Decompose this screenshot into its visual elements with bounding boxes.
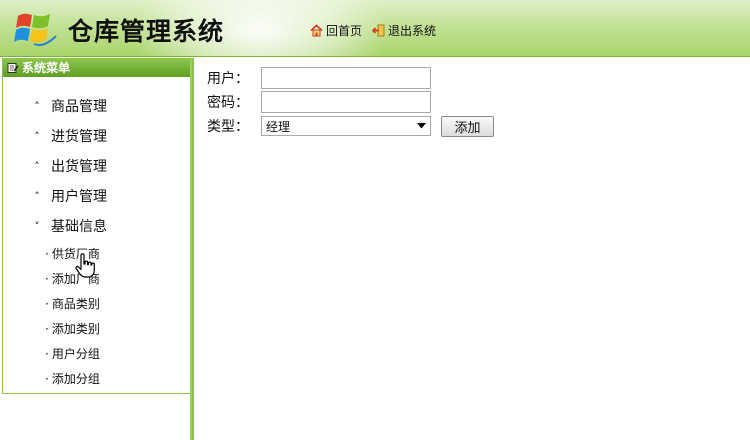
chevron-up-icon: ˄ — [34, 189, 40, 203]
bullet-icon: · — [45, 321, 49, 336]
home-link[interactable]: 回首页 — [310, 22, 362, 39]
dropdown-arrow-icon — [417, 123, 426, 129]
sidebar-subitem-user-groups[interactable]: · 用户分组 — [3, 341, 190, 366]
top-links: 回首页 退出系统 — [310, 22, 446, 39]
user-label: 用户： — [207, 71, 249, 87]
logout-link[interactable]: 退出系统 — [372, 22, 436, 39]
password-input[interactable] — [261, 91, 431, 113]
sidebar-menu-panel: 系统菜单 ˄ 商品管理 ˄ 进货管理 ˄ 出货管理 ˄ 用户管理 ˅ 基础信息 — [2, 58, 190, 394]
hand-cursor-icon — [75, 253, 95, 278]
header-bar: 仓库管理系统 回首页 退出系统 — [0, 0, 750, 57]
user-input[interactable] — [261, 67, 431, 89]
main-content: 用户： 密码： 类型： 经理 添加 — [207, 66, 494, 138]
menu-head-label: 系统菜单 — [22, 61, 71, 75]
sidebar-item-purchase-management[interactable]: ˄ 进货管理 — [3, 121, 190, 151]
app-title: 仓库管理系统 — [68, 17, 225, 46]
sidebar-item-user-management[interactable]: ˄ 用户管理 — [3, 181, 190, 211]
sidebar-subitem-label: 用户分组 — [51, 347, 100, 361]
home-icon — [310, 24, 323, 37]
sidebar-item-label: 用户管理 — [51, 189, 107, 205]
sidebar-subitem-product-categories[interactable]: · 商品类别 — [3, 291, 190, 316]
sidebar-subitem-add-group[interactable]: · 添加分组 — [3, 366, 190, 391]
sidebar-item-label: 基础信息 — [51, 219, 107, 235]
logout-link-label: 退出系统 — [388, 24, 437, 38]
chevron-down-icon: ˅ — [34, 219, 40, 233]
sidebar-subitem-label: 添加分组 — [51, 372, 100, 386]
type-row: 类型： 经理 添加 — [207, 114, 494, 138]
sidebar-item-label: 出货管理 — [51, 159, 107, 175]
chevron-up-icon: ˄ — [34, 99, 40, 113]
bullet-icon: · — [45, 371, 49, 386]
sidebar-subitem-label: 商品类别 — [51, 297, 100, 311]
user-row: 用户： — [207, 66, 494, 90]
chevron-up-icon: ˄ — [34, 129, 40, 143]
menu-list: ˄ 商品管理 ˄ 进货管理 ˄ 出货管理 ˄ 用户管理 ˅ 基础信息 · 供货厂… — [3, 77, 190, 391]
sidebar: 系统菜单 ˄ 商品管理 ˄ 进货管理 ˄ 出货管理 ˄ 用户管理 ˅ 基础信息 — [0, 58, 194, 440]
password-row: 密码： — [207, 90, 494, 114]
sidebar-item-product-management[interactable]: ˄ 商品管理 — [3, 91, 190, 121]
edit-note-icon — [7, 62, 19, 73]
windows-logo-icon — [14, 13, 57, 46]
bullet-icon: · — [45, 246, 49, 261]
sidebar-subitem-label: 添加类别 — [51, 322, 100, 336]
type-label: 类型： — [207, 119, 249, 135]
type-select[interactable]: 经理 — [261, 116, 431, 136]
bullet-icon: · — [45, 271, 49, 286]
sidebar-item-basic-info[interactable]: ˅ 基础信息 — [3, 211, 190, 241]
logout-icon — [372, 24, 385, 37]
sidebar-item-label: 进货管理 — [51, 129, 107, 145]
type-select-value: 经理 — [266, 119, 291, 134]
menu-head: 系统菜单 — [3, 58, 190, 77]
bullet-icon: · — [45, 346, 49, 361]
home-link-label: 回首页 — [326, 24, 363, 38]
bullet-icon: · — [45, 296, 49, 311]
sidebar-item-shipment-management[interactable]: ˄ 出货管理 — [3, 151, 190, 181]
sidebar-item-label: 商品管理 — [51, 99, 107, 115]
add-button[interactable]: 添加 — [441, 115, 494, 137]
sidebar-subitem-add-category[interactable]: · 添加类别 — [3, 316, 190, 341]
chevron-up-icon: ˄ — [34, 159, 40, 173]
password-label: 密码： — [207, 95, 249, 111]
